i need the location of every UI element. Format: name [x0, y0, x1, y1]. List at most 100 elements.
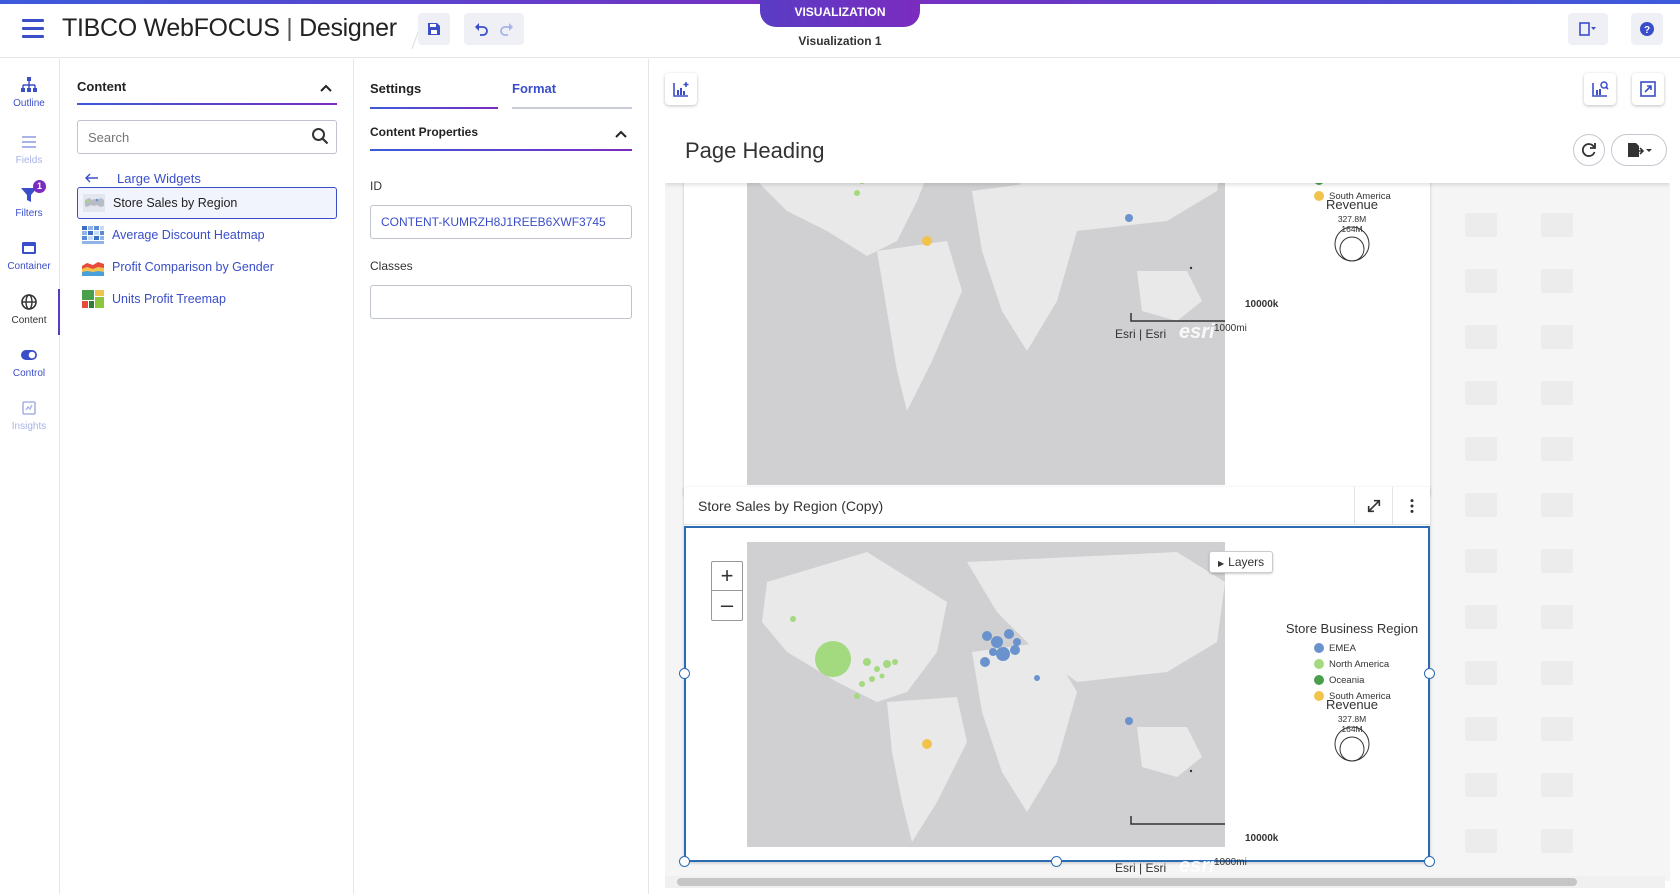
grid-cell: [1465, 213, 1497, 237]
content-search-input[interactable]: [77, 120, 337, 154]
layout-icon: [1579, 22, 1596, 36]
card-more-button[interactable]: [1392, 487, 1430, 525]
map-attribution: Esri | Esri: [1115, 861, 1167, 875]
layout-dropdown-button[interactable]: [1568, 13, 1608, 45]
collapse-chevron-icon[interactable]: [319, 81, 333, 95]
treemap-thumbnail-icon: [82, 290, 104, 308]
id-field[interactable]: [370, 205, 632, 239]
grid-cell: [1465, 437, 1497, 461]
redo-icon[interactable]: [499, 21, 515, 37]
legend-item-north-america[interactable]: North America: [1282, 656, 1422, 672]
legend-dot: [1314, 659, 1324, 669]
zoom-in-button[interactable]: +: [712, 562, 742, 591]
grid-cell: [1465, 605, 1497, 629]
help-icon: ?: [1640, 22, 1654, 36]
export-dropdown-button[interactable]: [1611, 134, 1667, 166]
back-to-large-widgets[interactable]: Large Widgets: [85, 171, 201, 186]
content-panel-header[interactable]: Content: [77, 79, 337, 105]
expand-icon: [1640, 81, 1656, 97]
size-legend-circles: [1334, 726, 1370, 762]
card2-title[interactable]: Store Sales by Region (Copy): [698, 498, 883, 514]
svg-text:?: ?: [1644, 25, 1650, 36]
resize-handle-right[interactable]: [1424, 668, 1435, 679]
rail-control[interactable]: Control: [0, 346, 58, 379]
legend-label: Oceania: [1329, 674, 1365, 686]
grid-cell: [1541, 213, 1573, 237]
grid-cell: [1541, 661, 1573, 685]
grid-cell: [1465, 829, 1497, 853]
maximize-icon: [1367, 499, 1380, 513]
fullscreen-button[interactable]: [1632, 73, 1664, 105]
product-name: Designer: [299, 14, 397, 42]
legend-label: North America: [1329, 658, 1390, 670]
id-label: ID: [370, 179, 382, 193]
tab-settings[interactable]: Settings: [370, 81, 498, 109]
rail-outline[interactable]: Outline: [0, 76, 58, 109]
resize-handle-bottom[interactable]: [1051, 856, 1062, 867]
rail-container[interactable]: Container: [0, 239, 58, 272]
resize-handle-left[interactable]: [679, 668, 690, 679]
rail-content[interactable]: Content: [0, 289, 60, 335]
container-icon: [22, 242, 36, 254]
save-button[interactable]: [418, 13, 450, 45]
rail-filters[interactable]: 1 Filters: [0, 180, 58, 219]
add-chart-button[interactable]: [665, 73, 697, 105]
page-heading[interactable]: Page Heading: [685, 138, 824, 164]
widget-label: Profit Comparison by Gender: [112, 260, 274, 274]
grid-cell: [1541, 381, 1573, 405]
mode-pill: VISUALIZATION: [760, 0, 920, 27]
legend-title: Store Business Region: [1285, 621, 1419, 636]
grid-cell: [1465, 717, 1497, 741]
globe-icon: [21, 294, 37, 310]
scrollbar-thumb[interactable]: [677, 878, 1577, 886]
grid-cell: [1465, 325, 1497, 349]
document-title[interactable]: Visualization 1: [760, 34, 920, 48]
rail-insights[interactable]: Insights: [0, 399, 58, 432]
legend-item-emea[interactable]: EMEA: [1282, 640, 1422, 656]
search-icon[interactable]: [311, 127, 329, 145]
widget-profit-comparison-by-gender[interactable]: Profit Comparison by Gender: [77, 251, 337, 283]
tab-format[interactable]: Format: [512, 81, 632, 109]
legend-item-oceania[interactable]: Oceania: [1282, 672, 1422, 688]
grid-cell: [1465, 549, 1497, 573]
app-header: TIBCO WebFOCUS | Designer VISUALIZATION …: [0, 0, 1680, 58]
revenue-title: Revenue: [1325, 197, 1379, 212]
layers-button[interactable]: ▶ Layers: [1209, 551, 1274, 573]
widget-units-profit-treemap[interactable]: Units Profit Treemap: [77, 283, 337, 315]
export-icon: [1628, 143, 1652, 157]
world-map[interactable]: [747, 542, 1225, 847]
collapse-chevron-icon[interactable]: [614, 127, 628, 141]
resize-handle-bottom-left[interactable]: [679, 856, 690, 867]
grid-cell: [1541, 829, 1573, 853]
map-zoom-control: + –: [711, 561, 743, 621]
classes-field[interactable]: [370, 285, 632, 319]
undo-icon[interactable]: [473, 21, 489, 37]
widget-average-discount-heatmap[interactable]: Average Discount Heatmap: [77, 219, 337, 251]
left-rail: Outline Fields 1 Filters Container Conte…: [0, 59, 60, 894]
horizontal-scrollbar[interactable]: [665, 876, 1665, 888]
zoom-out-button[interactable]: –: [712, 591, 742, 620]
classes-label: Classes: [370, 259, 413, 273]
hamburger-menu-icon[interactable]: [22, 19, 44, 39]
widget-label: Units Profit Treemap: [112, 292, 226, 306]
help-button[interactable]: ?: [1631, 13, 1663, 45]
card-maximize-button[interactable]: [1354, 487, 1392, 525]
back-arrow-icon: [85, 171, 99, 186]
scale-km: 10000k: [1245, 833, 1279, 844]
rail-fields-label: Fields: [15, 155, 43, 166]
refresh-button[interactable]: [1573, 134, 1605, 166]
grid-cell: [1541, 605, 1573, 629]
rail-outline-label: Outline: [13, 98, 45, 109]
brand-name: TIBCO WebFOCUS: [62, 14, 280, 42]
map-card-2[interactable]: Store Sales by Region (Copy) + – ▶ Layer…: [679, 487, 1435, 877]
widget-store-sales-by-region[interactable]: Store Sales by Region: [77, 187, 337, 219]
content-properties-header[interactable]: Content Properties: [370, 125, 632, 151]
search-chart-button[interactable]: [1584, 73, 1616, 105]
filters-badge: 1: [33, 180, 46, 193]
rail-fields[interactable]: Fields: [0, 133, 58, 166]
revenue-size-legend: Revenue 327.8M 164M: [1312, 197, 1392, 265]
rail-container-label: Container: [7, 261, 51, 272]
grid-cell: [1465, 773, 1497, 797]
grid-cell: [1541, 773, 1573, 797]
resize-handle-bottom-right[interactable]: [1424, 856, 1435, 867]
